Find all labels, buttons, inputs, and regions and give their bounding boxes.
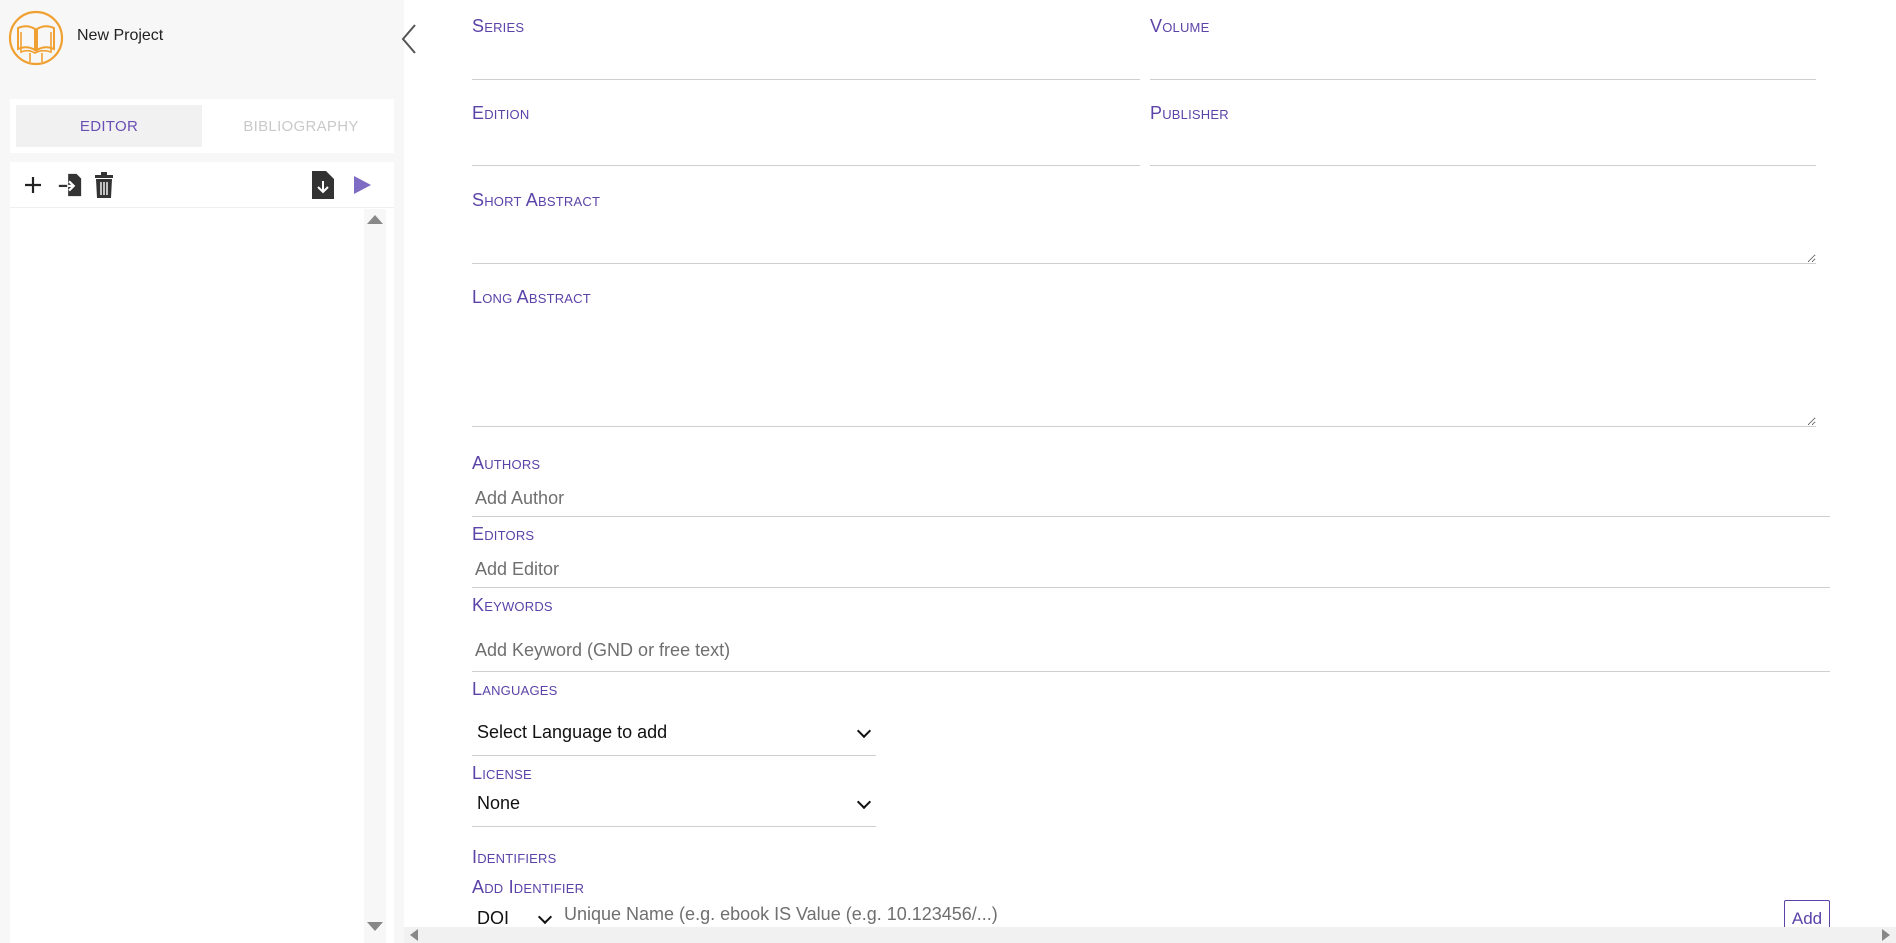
long-abstract-textarea[interactable] (472, 315, 1816, 427)
add-identifier-label: Add Identifier (472, 877, 585, 897)
license-select-value: None (477, 793, 521, 813)
identifier-type-value: DOI (477, 908, 510, 927)
identifier-type-select[interactable]: DOI (472, 902, 560, 927)
publisher-input[interactable] (1150, 130, 1816, 166)
license-select[interactable]: None (472, 786, 876, 827)
trash-icon (95, 172, 113, 198)
book-logo-icon (8, 10, 64, 66)
chevron-down-icon (537, 909, 553, 925)
tab-editor[interactable]: EDITOR (16, 105, 202, 147)
scroll-down-arrow-icon[interactable] (367, 922, 383, 931)
import-button[interactable] (57, 172, 83, 198)
long-abstract-label: Long Abstract (472, 287, 591, 307)
add-button[interactable] (20, 172, 46, 198)
sidebar-tabs: EDITOR BIBLIOGRAPHY (10, 99, 394, 153)
volume-label: Volume (1150, 16, 1210, 36)
edition-label: Edition (472, 103, 530, 123)
add-author-input[interactable] (472, 480, 1830, 517)
short-abstract-textarea[interactable] (472, 218, 1816, 264)
app-window: New Project EDITOR BIBLIOGRAPHY Series V… (0, 0, 1896, 943)
editor-toolbar (10, 162, 394, 208)
chevron-down-icon (856, 723, 872, 739)
editors-label: Editors (472, 524, 535, 544)
language-select[interactable]: Select Language to add (472, 715, 876, 756)
add-editor-input[interactable] (472, 551, 1830, 588)
metadata-form: Series Volume Edition Publisher Short Ab… (404, 0, 1896, 943)
edition-input[interactable] (472, 130, 1140, 166)
scroll-left-arrow-icon[interactable] (410, 929, 418, 941)
project-name[interactable]: New Project (77, 27, 163, 45)
vertical-scrollbar[interactable] (364, 209, 386, 943)
keywords-label: Keywords (472, 595, 553, 615)
download-file-icon (312, 171, 334, 199)
series-label: Series (472, 16, 525, 36)
chevron-down-icon (856, 794, 872, 810)
play-icon (354, 176, 371, 194)
series-input[interactable] (472, 44, 1140, 80)
sidebar: New Project EDITOR BIBLIOGRAPHY (0, 0, 416, 943)
delete-button[interactable] (91, 172, 117, 198)
short-abstract-label: Short Abstract (472, 190, 601, 210)
export-button[interactable] (310, 171, 336, 199)
authors-label: Authors (472, 453, 541, 473)
editor-panel (10, 162, 394, 943)
volume-input[interactable] (1150, 44, 1816, 80)
import-icon (58, 173, 82, 197)
horizontal-scrollbar[interactable] (404, 927, 1896, 943)
document-tree[interactable] (10, 209, 364, 943)
scroll-right-arrow-icon[interactable] (1882, 929, 1890, 941)
plus-icon (25, 177, 41, 193)
run-button[interactable] (349, 172, 375, 198)
add-keyword-input[interactable] (472, 630, 1830, 672)
identifier-name-input[interactable] (564, 902, 792, 927)
languages-label: Languages (472, 679, 558, 699)
identifier-value-input[interactable] (796, 902, 1056, 927)
identifiers-label: Identifiers (472, 847, 557, 867)
language-select-value: Select Language to add (477, 722, 668, 742)
scroll-up-arrow-icon[interactable] (367, 215, 383, 224)
license-label: License (472, 763, 532, 783)
publisher-label: Publisher (1150, 103, 1229, 123)
tab-bibliography[interactable]: BIBLIOGRAPHY (208, 105, 394, 147)
